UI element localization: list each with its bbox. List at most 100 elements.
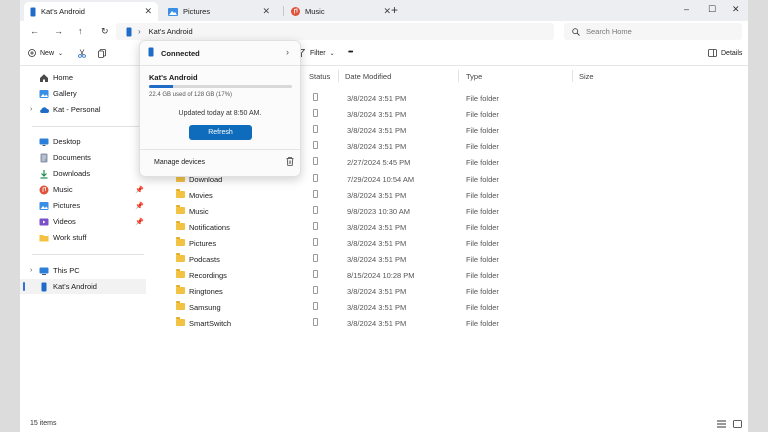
sidebar-item-gallery[interactable]: Gallery [20, 86, 146, 101]
sidebar-item-work-stuff[interactable]: Work stuff [20, 230, 146, 245]
tab-kats-android[interactable]: Kat's Android ✕ [24, 2, 158, 21]
file-name: Notifications [189, 222, 230, 232]
tab-label: Pictures [183, 7, 211, 16]
sidebar-item-home[interactable]: Home [20, 70, 146, 85]
phone-status-icon [313, 93, 318, 101]
search-input[interactable]: Search Home [564, 23, 742, 40]
search-placeholder: Search Home [586, 27, 632, 36]
sidebar-item-this-pc[interactable]: › This PC [20, 263, 146, 278]
address-bar[interactable]: › Kat's Android [116, 23, 554, 40]
file-date: 3/8/2024 3:51 PM [347, 303, 407, 313]
column-divider[interactable] [458, 70, 459, 82]
chevron-right-icon[interactable]: › [30, 267, 32, 274]
new-button[interactable]: New ⌄ [28, 49, 63, 57]
sidebar-item-label: Desktop [53, 137, 81, 146]
refresh-button[interactable]: Refresh [189, 125, 252, 140]
sidebar-item-pictures[interactable]: Pictures 📌 [20, 198, 146, 213]
column-header-size[interactable]: Size [579, 72, 594, 81]
close-window-button[interactable]: ✕ [732, 3, 740, 15]
cut-button[interactable] [78, 49, 86, 58]
column-header-date-modified[interactable]: Date Modified [345, 72, 391, 81]
folder-icon [39, 234, 49, 241]
file-type: File folder [466, 206, 499, 216]
copy-button[interactable] [98, 49, 106, 58]
phone-icon [30, 7, 36, 16]
filter-button[interactable]: Filter ⌄ [296, 49, 335, 57]
details-view-icon[interactable] [717, 420, 726, 428]
column-divider[interactable] [338, 70, 339, 82]
sidebar-item-label: Documents [53, 153, 91, 162]
table-row[interactable]: SmartSwitch 3/8/2024 3:51 PM File folder [150, 315, 748, 331]
table-row[interactable]: Movies 3/8/2024 3:51 PM File folder [150, 187, 748, 203]
table-row[interactable]: Notifications 3/8/2024 3:51 PM File folder [150, 219, 748, 235]
file-type: File folder [466, 271, 499, 281]
column-header-status[interactable]: Status [309, 72, 330, 81]
close-tab-icon[interactable]: ✕ [144, 5, 152, 17]
table-row[interactable]: Pictures 3/8/2024 3:51 PM File folder [150, 235, 748, 251]
tab-label: Music [305, 7, 325, 16]
tab-music[interactable]: Music ✕ [285, 2, 405, 21]
sidebar-item-videos[interactable]: Videos 📌 [20, 214, 146, 229]
updated-text: Updated today at 8:50 AM. [178, 110, 262, 117]
up-button[interactable]: ↑ [78, 25, 83, 37]
phone-icon [41, 282, 47, 291]
more-icon: ••• [348, 49, 353, 56]
file-name: Samsung [189, 303, 221, 313]
sidebar-item-kats-android[interactable]: Kat's Android [20, 279, 146, 294]
filter-label: Filter [310, 49, 326, 57]
documents-icon [40, 153, 48, 162]
file-date: 7/29/2024 10:54 AM [347, 174, 415, 184]
table-row[interactable]: Podcasts 3/8/2024 3:51 PM File folder [150, 251, 748, 267]
new-tab-button[interactable]: + [391, 3, 398, 17]
sidebar-item-documents[interactable]: Documents [20, 150, 146, 165]
tiles-view-icon[interactable] [733, 420, 742, 428]
table-row[interactable]: Recordings 8/15/2024 10:28 PM File folder [150, 267, 748, 283]
close-tab-icon[interactable]: ✕ [262, 5, 270, 17]
sidebar-item-label: This PC [53, 266, 80, 275]
pin-icon[interactable]: 📌 [135, 202, 144, 210]
pictures-icon [39, 201, 49, 210]
table-row[interactable]: Samsung 3/8/2024 3:51 PM File folder [150, 299, 748, 315]
storage-usage-text: 22.4 GB used of 128 GB (17%) [149, 92, 233, 98]
maximize-button[interactable]: ☐ [708, 3, 716, 15]
connected-header[interactable]: Connected › [140, 41, 300, 65]
forward-button[interactable]: → [54, 25, 63, 37]
minimize-button[interactable]: – [684, 3, 689, 15]
back-button[interactable]: ← [30, 25, 39, 37]
close-tab-icon[interactable]: ✕ [383, 5, 391, 17]
trash-icon[interactable] [286, 157, 294, 166]
flyout-divider [140, 149, 300, 150]
new-button-label: New [40, 49, 55, 57]
phone-status-icon [313, 270, 318, 279]
sidebar-item-label: Downloads [53, 169, 91, 178]
file-date: 3/8/2024 3:51 PM [347, 94, 407, 103]
more-options-button[interactable]: ••• [348, 49, 353, 56]
refresh-button[interactable]: ↻ [101, 25, 109, 37]
sidebar-item-desktop[interactable]: Desktop [20, 134, 146, 149]
column-header-type[interactable]: Type [466, 72, 482, 81]
details-pane-icon [708, 49, 717, 57]
file-name: Pictures [189, 238, 217, 248]
table-row[interactable]: Ringtones 3/8/2024 3:51 PM File folder [150, 283, 748, 299]
tab-label: Kat's Android [41, 7, 85, 16]
file-date: 3/8/2024 3:51 PM [347, 142, 407, 152]
downloads-icon [40, 169, 48, 179]
sidebar-item-kat-personal[interactable]: › Kat - Personal [20, 102, 146, 117]
table-row[interactable]: Music 9/8/2023 10:30 AM File folder [150, 203, 748, 219]
column-divider[interactable] [572, 70, 573, 82]
folder-icon [176, 253, 185, 262]
sidebar-item-music[interactable]: Music 📌 [20, 182, 146, 197]
pin-icon[interactable]: 📌 [135, 186, 144, 194]
details-button[interactable]: Details [708, 49, 742, 57]
sidebar-item-label: Work stuff [53, 233, 87, 242]
home-icon [40, 73, 48, 82]
sidebar-item-downloads[interactable]: Downloads [20, 166, 146, 181]
phone-status-icon [313, 141, 318, 150]
pin-icon[interactable]: 📌 [135, 218, 144, 226]
phone-status-icon [313, 302, 318, 311]
breadcrumb[interactable]: Kat's Android [149, 27, 193, 36]
file-type: File folder [466, 287, 499, 297]
chevron-right-icon[interactable]: › [30, 106, 32, 113]
device-flyout: Connected › Kat's Android 22.4 GB used o… [139, 40, 301, 177]
manage-devices-link[interactable]: Manage devices [154, 159, 205, 166]
